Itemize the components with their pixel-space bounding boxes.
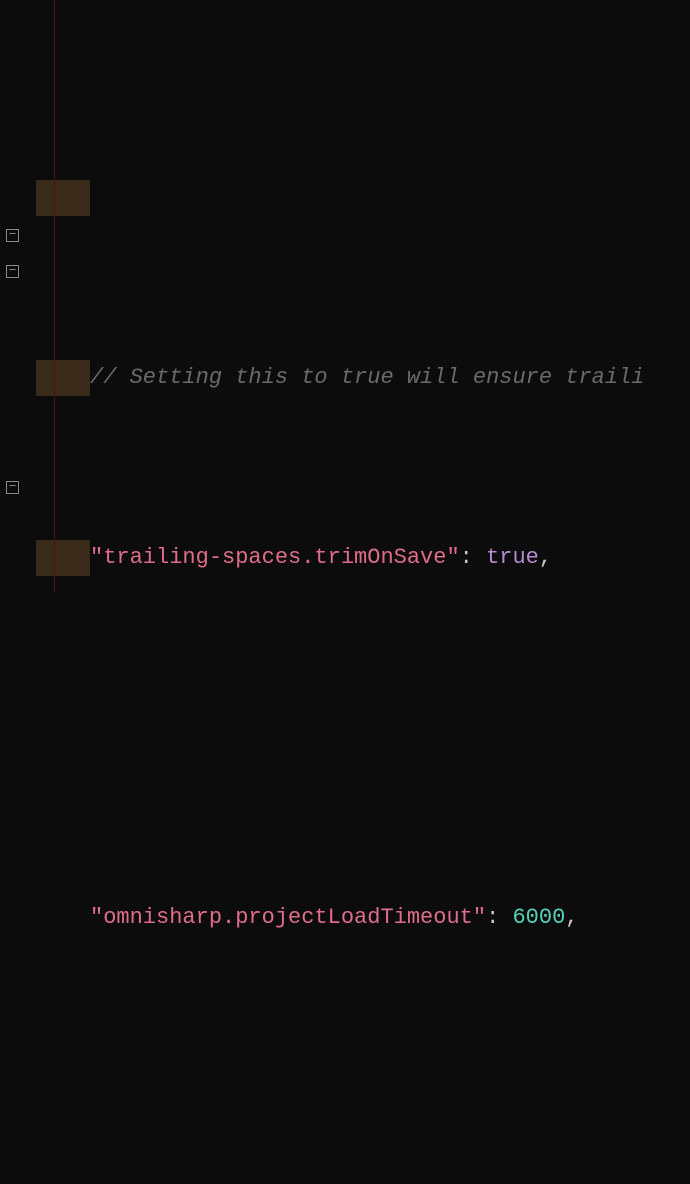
code-line[interactable]: // Setting this to true will ensure trai… [36, 360, 690, 396]
code-line[interactable]: "trailing-spaces.trimOnSave": true, [36, 540, 690, 576]
editor-ruler [54, 0, 55, 592]
json-number: 6000 [512, 905, 565, 930]
punctuation: : [460, 545, 486, 570]
fold-gutter: − − − [0, 0, 32, 592]
code-line[interactable]: "omnisharp.projectLoadTimeout": 6000, [36, 900, 690, 936]
comment-text: // Setting this to true will ensure trai… [90, 365, 645, 390]
code-line[interactable] [36, 180, 690, 216]
code-line[interactable] [36, 1080, 690, 1116]
json-key: "trailing-spaces.trimOnSave" [90, 545, 460, 570]
fold-toggle-icon[interactable]: − [6, 481, 19, 494]
punctuation: , [539, 545, 552, 570]
json-key: "omnisharp.projectLoadTimeout" [90, 905, 486, 930]
punctuation: : [486, 905, 512, 930]
punctuation: , [565, 905, 578, 930]
fold-toggle-icon[interactable]: − [6, 265, 19, 278]
code-line[interactable] [36, 720, 690, 756]
json-bool: true [486, 545, 539, 570]
code-area[interactable]: // Setting this to true will ensure trai… [32, 0, 690, 592]
fold-toggle-icon[interactable]: − [6, 229, 19, 242]
code-editor[interactable]: − − − // Setting this to true will ensur… [0, 0, 690, 592]
